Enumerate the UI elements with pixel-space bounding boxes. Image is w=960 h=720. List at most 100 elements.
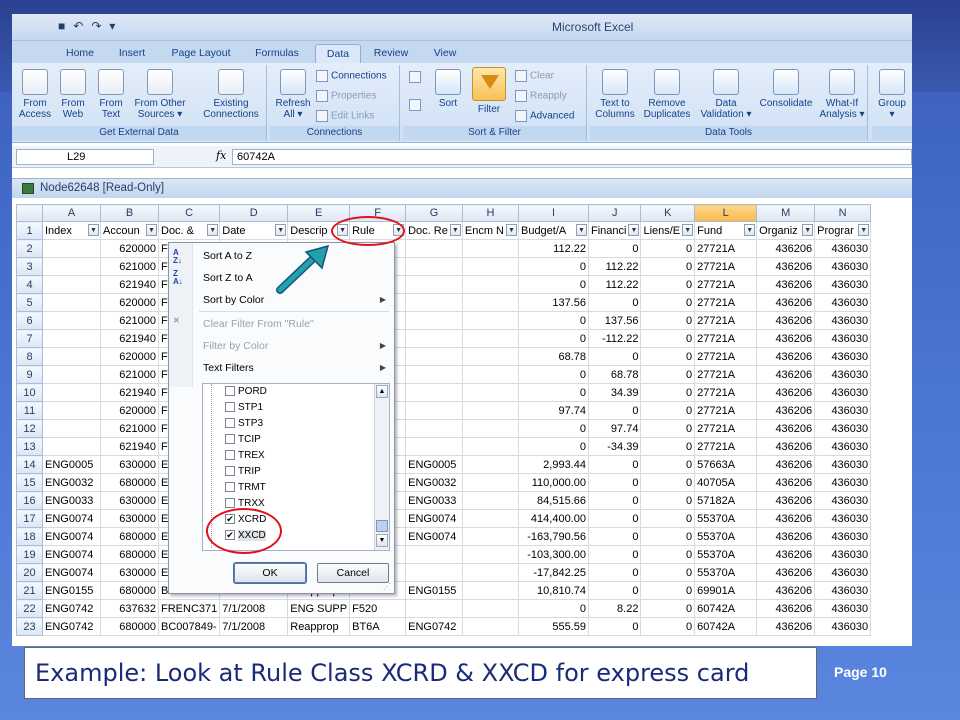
cell[interactable]: 0 — [587, 455, 642, 474]
cell[interactable]: 436030 — [814, 581, 872, 600]
cell[interactable] — [461, 509, 519, 528]
fx-icon[interactable]: fx — [216, 149, 226, 162]
column-header-cell[interactable]: Fund ▼ — [694, 221, 758, 240]
clear-filter-item[interactable]: Clear Filter From "Rule" — [203, 318, 314, 330]
tab-home[interactable]: Home — [58, 44, 102, 63]
cell[interactable]: 0 — [640, 509, 696, 528]
cell[interactable]: 0 — [587, 347, 642, 366]
column-header-cell[interactable]: Doc. Re ▼ — [405, 221, 463, 240]
cell[interactable]: 621940 — [100, 275, 159, 294]
row-number[interactable]: 19 — [16, 545, 43, 564]
cell[interactable] — [405, 329, 463, 348]
from-access-button[interactable]: From Access — [16, 69, 54, 120]
cell[interactable]: ENG0005 — [405, 455, 463, 474]
cell[interactable]: 0 — [640, 617, 696, 636]
column-letter-i[interactable]: I — [517, 204, 589, 222]
scroll-thumb[interactable] — [376, 520, 388, 532]
cell[interactable]: 55370A — [694, 509, 758, 528]
group-button[interactable]: Group ▾ — [874, 69, 910, 120]
cell[interactable] — [405, 599, 463, 618]
filter-value-item[interactable]: STP1 — [225, 402, 263, 413]
cell[interactable]: 436206 — [756, 293, 816, 312]
cell[interactable]: 0 — [587, 509, 642, 528]
cell[interactable]: 0 — [640, 275, 696, 294]
cell[interactable]: 436030 — [814, 329, 872, 348]
row-number[interactable]: 7 — [16, 329, 43, 348]
filter-value-item[interactable]: TREX — [225, 450, 265, 461]
cell[interactable]: 680000 — [100, 473, 159, 492]
row-number[interactable]: 1 — [16, 221, 43, 240]
cell[interactable] — [461, 419, 519, 438]
cell[interactable] — [461, 275, 519, 294]
row-number[interactable]: 4 — [16, 275, 43, 294]
cell[interactable]: 0 — [640, 239, 696, 258]
row-number[interactable]: 8 — [16, 347, 43, 366]
cell[interactable] — [461, 527, 519, 546]
scroll-up-icon[interactable]: ▲ — [376, 385, 388, 398]
cell[interactable]: 436030 — [814, 347, 872, 366]
cell[interactable]: 0 — [640, 257, 696, 276]
cell[interactable]: 0 — [587, 401, 642, 420]
cell[interactable] — [461, 599, 519, 618]
cell[interactable]: 2,993.44 — [517, 455, 589, 474]
cell[interactable] — [42, 275, 101, 294]
column-header-cell[interactable]: Liens/E ▼ — [640, 221, 696, 240]
cell[interactable]: 436206 — [756, 347, 816, 366]
row-number[interactable]: 11 — [16, 401, 43, 420]
cell[interactable] — [42, 383, 101, 402]
cell[interactable]: 630000 — [100, 509, 159, 528]
cell[interactable] — [461, 491, 519, 510]
cell[interactable] — [405, 563, 463, 582]
filter-value-item[interactable]: PORD — [225, 386, 267, 397]
cell[interactable] — [461, 257, 519, 276]
cell[interactable]: 0 — [517, 437, 589, 456]
cell[interactable]: BC007849- — [157, 617, 221, 636]
column-header-cell[interactable]: Encm N ▼ — [461, 221, 519, 240]
filter-value-item[interactable]: STP3 — [225, 418, 263, 429]
cell[interactable] — [405, 437, 463, 456]
cell[interactable]: 436030 — [814, 383, 872, 402]
cell[interactable]: 110,000.00 — [517, 473, 589, 492]
cell[interactable]: 0 — [640, 473, 696, 492]
column-header-cell[interactable]: Financi ▼ — [587, 221, 642, 240]
cell[interactable]: 436206 — [756, 509, 816, 528]
row-number[interactable]: 14 — [16, 455, 43, 474]
autofilter-dropdown-icon[interactable]: ▼ — [858, 224, 870, 236]
cell[interactable]: 27721A — [694, 437, 758, 456]
cell[interactable]: 27721A — [694, 275, 758, 294]
cell[interactable]: 27721A — [694, 293, 758, 312]
cell[interactable]: ENG0074 — [42, 527, 101, 546]
select-all-corner[interactable] — [16, 204, 43, 222]
cell[interactable]: 436206 — [756, 383, 816, 402]
filter-button[interactable]: Filter — [469, 67, 509, 115]
cell[interactable]: 0 — [517, 365, 589, 384]
cell[interactable]: 620000 — [100, 293, 159, 312]
cell[interactable] — [405, 275, 463, 294]
cell[interactable]: 436030 — [814, 599, 872, 618]
cell[interactable]: 555.59 — [517, 617, 589, 636]
filter-by-color-item[interactable]: Filter by Color — [203, 340, 268, 352]
row-number[interactable]: 18 — [16, 527, 43, 546]
cell[interactable]: ENG0155 — [405, 581, 463, 600]
cell[interactable]: 27721A — [694, 239, 758, 258]
sort-az-small-button[interactable] — [409, 71, 424, 83]
cell[interactable]: 0 — [517, 311, 589, 330]
cell[interactable]: 621000 — [100, 419, 159, 438]
cell[interactable]: 8.22 — [587, 599, 642, 618]
cell[interactable]: 57663A — [694, 455, 758, 474]
cell[interactable]: 112.22 — [517, 239, 589, 258]
cell[interactable]: 137.56 — [517, 293, 589, 312]
cell[interactable]: 620000 — [100, 401, 159, 420]
autofilter-dropdown-icon[interactable]: ▼ — [628, 224, 640, 236]
row-number[interactable]: 16 — [16, 491, 43, 510]
properties-button[interactable]: Properties — [316, 90, 377, 102]
cell[interactable] — [461, 365, 519, 384]
cell[interactable]: 137.56 — [587, 311, 642, 330]
cell[interactable]: 7/1/2008 — [219, 617, 289, 636]
cell[interactable]: 0 — [517, 257, 589, 276]
cell[interactable] — [42, 401, 101, 420]
checkbox-unchecked[interactable] — [225, 466, 235, 477]
cell[interactable]: 27721A — [694, 257, 758, 276]
cell[interactable]: -34.39 — [587, 437, 642, 456]
cell[interactable]: 630000 — [100, 563, 159, 582]
